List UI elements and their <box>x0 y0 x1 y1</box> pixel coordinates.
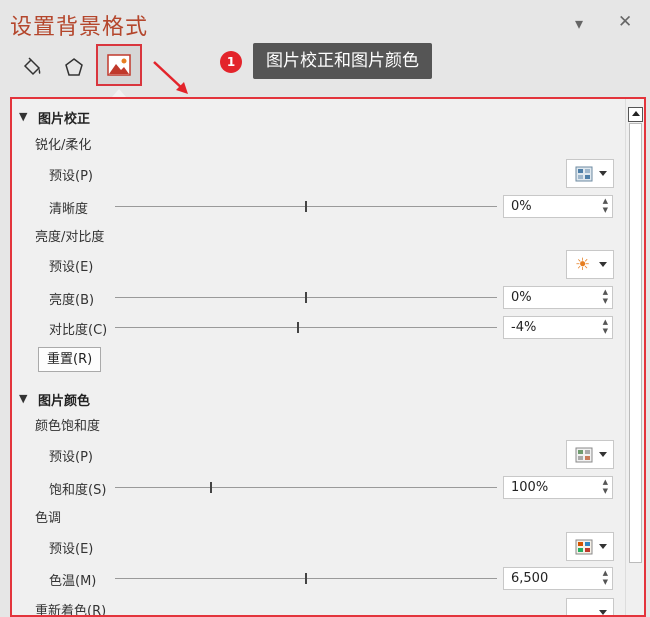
saturation-group-label: 颜色饱和度 <box>35 419 101 434</box>
sharpen-preset-icon <box>575 166 593 181</box>
brightness-label: 亮度(B) <box>49 293 95 308</box>
chevron-down-icon[interactable]: ▼ <box>19 392 27 405</box>
spinner-arrows-icon[interactable]: ▲ ▼ <box>603 569 608 587</box>
scroll-thumb[interactable] <box>629 123 642 563</box>
sun-icon: ☀ <box>575 254 591 275</box>
recolor-group-label: 重新着色(R) <box>35 604 107 617</box>
sharpen-preset-label: 预设(P) <box>49 169 93 184</box>
scroll-up-button[interactable] <box>628 107 643 122</box>
chevron-down-icon[interactable]: ▼ <box>19 110 27 123</box>
picture-icon <box>107 54 131 76</box>
temperature-value: 6,500 <box>511 571 549 586</box>
tone-preset-icon <box>575 539 593 554</box>
brightness-spinner[interactable]: 0% ▲ ▼ <box>503 286 613 309</box>
callout-badge: 1 <box>220 51 242 73</box>
saturation-value: 100% <box>511 480 549 495</box>
contrast-label: 对比度(C) <box>49 323 108 338</box>
tab-pointer <box>112 89 126 97</box>
spinner-arrows-icon[interactable]: ▲ ▼ <box>603 478 608 496</box>
format-panel: ▼ 图片校正 锐化/柔化 预设(P) 清晰度 0% ▲ ▼ 亮度/对比度 预设(E… <box>10 97 646 617</box>
spinner-arrows-icon[interactable]: ▲ ▼ <box>603 288 608 306</box>
spinner-arrows-icon[interactable]: ▲ ▼ <box>603 197 608 215</box>
pane-title: 设置背景格式 <box>10 15 149 40</box>
saturation-slider-thumb[interactable] <box>209 482 212 493</box>
chevron-down-icon[interactable]: ▾ <box>575 14 583 33</box>
contrast-value: -4% <box>511 320 537 335</box>
dropdown-arrow-icon <box>599 171 607 176</box>
saturation-preset-label: 预设(P) <box>49 450 93 465</box>
dropdown-arrow-icon <box>599 544 607 549</box>
tone-preset-label: 预设(E) <box>49 542 94 557</box>
clarity-label: 清晰度 <box>49 202 89 217</box>
dropdown-arrow-icon <box>599 262 607 267</box>
brightness-group-label: 亮度/对比度 <box>35 230 105 245</box>
saturation-preset-icon <box>575 447 593 462</box>
close-icon[interactable]: ✕ <box>618 12 632 32</box>
panel-scrollbar[interactable] <box>625 99 644 615</box>
section-color-title[interactable]: 图片颜色 <box>38 390 90 409</box>
brightness-preset-dropdown[interactable]: ☀ <box>566 250 614 279</box>
spinner-arrows-icon[interactable]: ▲ ▼ <box>603 318 608 336</box>
contrast-slider-thumb[interactable] <box>297 322 300 333</box>
tab-picture[interactable] <box>96 44 142 86</box>
reset-button[interactable]: 重置(R) <box>38 347 102 372</box>
brightness-preset-label: 预设(E) <box>49 260 94 275</box>
paint-bucket-icon <box>23 57 41 76</box>
tone-group-label: 色调 <box>35 511 62 526</box>
brightness-value: 0% <box>511 290 532 305</box>
callout-label: 图片校正和图片颜色 <box>253 43 432 79</box>
clarity-spinner[interactable]: 0% ▲ ▼ <box>503 195 613 218</box>
contrast-slider-track[interactable] <box>115 327 497 328</box>
temperature-label: 色温(M) <box>49 574 97 589</box>
tab-fill[interactable] <box>12 47 52 87</box>
saturation-slider-track[interactable] <box>115 487 497 488</box>
recolor-preset-dropdown[interactable] <box>566 598 614 615</box>
pentagon-icon <box>65 58 83 76</box>
clarity-slider-thumb[interactable] <box>305 201 307 212</box>
dropdown-arrow-icon <box>599 452 607 457</box>
clarity-value: 0% <box>511 199 532 214</box>
brightness-slider-thumb[interactable] <box>305 292 307 303</box>
section-correction-title[interactable]: 图片校正 <box>38 108 90 127</box>
tab-effects[interactable] <box>54 47 94 87</box>
sharpen-group-label: 锐化/柔化 <box>35 138 92 153</box>
sharpen-preset-dropdown[interactable] <box>566 159 614 188</box>
annotation-arrow <box>153 61 188 94</box>
saturation-spinner[interactable]: 100% ▲ ▼ <box>503 476 613 499</box>
temperature-slider-thumb[interactable] <box>305 573 307 584</box>
saturation-label: 饱和度(S) <box>49 483 107 498</box>
saturation-preset-dropdown[interactable] <box>566 440 614 469</box>
tone-preset-dropdown[interactable] <box>566 532 614 561</box>
contrast-spinner[interactable]: -4% ▲ ▼ <box>503 316 613 339</box>
temperature-spinner[interactable]: 6,500 ▲ ▼ <box>503 567 613 590</box>
